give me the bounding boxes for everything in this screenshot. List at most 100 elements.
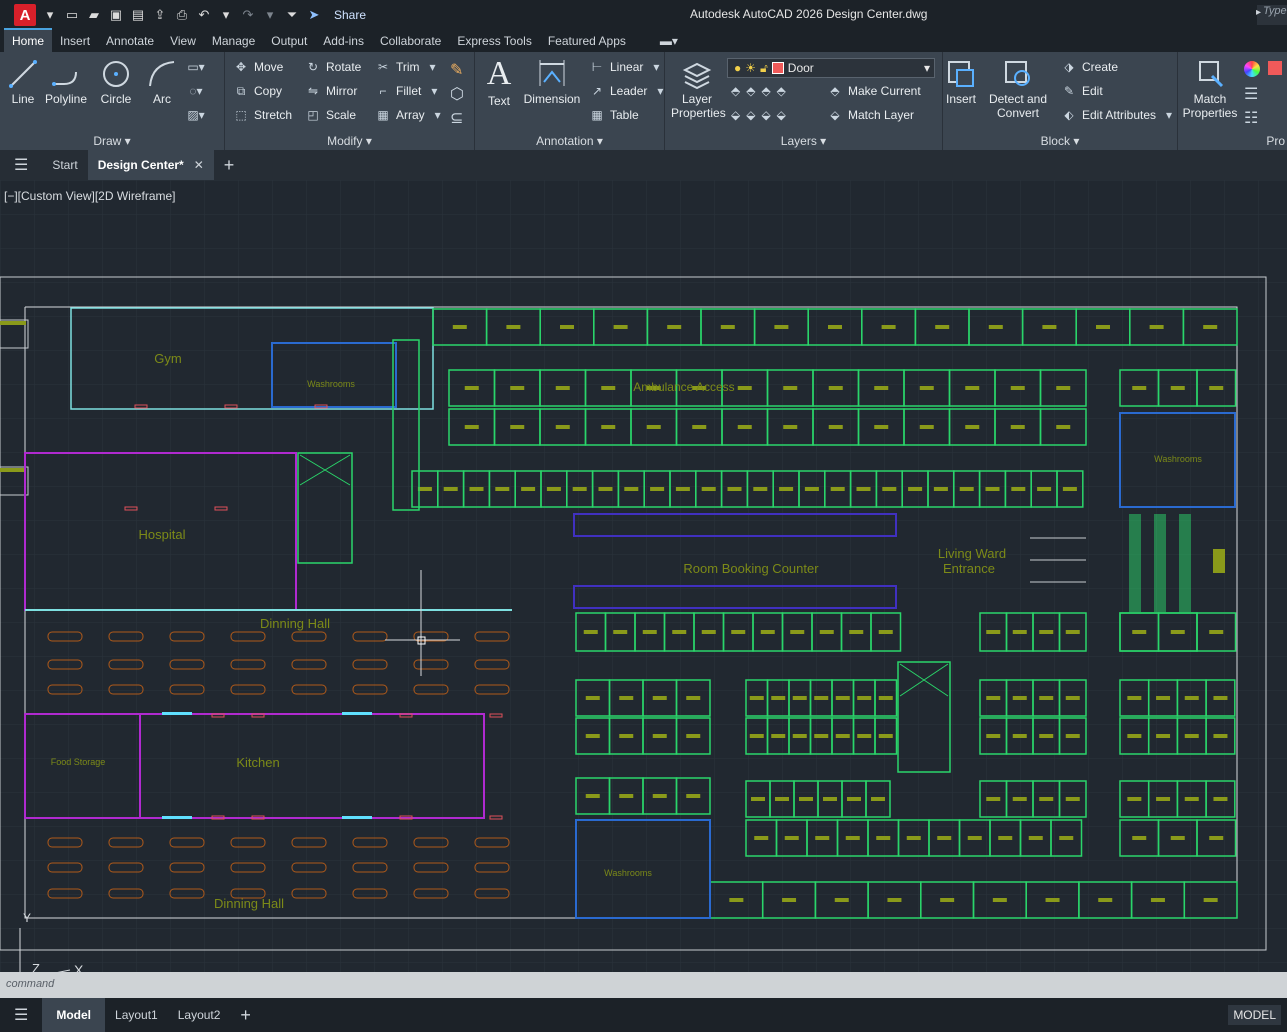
lineweight-icon[interactable]: ☰ bbox=[1244, 84, 1258, 104]
new-file-icon[interactable]: ▭ bbox=[64, 7, 80, 23]
label-ambulance-access: Ambulance Access bbox=[633, 380, 734, 394]
dimension-button[interactable]: Dimension bbox=[521, 58, 583, 106]
drawing-canvas[interactable]: [−][Custom View][2D Wireframe] Gym Washr… bbox=[0, 180, 1287, 972]
move-button[interactable]: ✥ Move bbox=[233, 60, 283, 74]
model-space-toggle[interactable]: MODEL bbox=[1228, 1005, 1281, 1025]
match-layer-button[interactable]: ⬙ Match Layer bbox=[827, 108, 914, 122]
line-icon bbox=[9, 60, 37, 88]
copy-button[interactable]: ⧉ Copy bbox=[233, 84, 282, 99]
tab-home[interactable]: Home bbox=[4, 28, 53, 52]
match-layer-icon: ⬙ bbox=[830, 108, 840, 122]
undo-icon[interactable]: ↶ bbox=[196, 7, 212, 23]
edit-attributes-button[interactable]: ⬖ Edit Attributes ▾ bbox=[1061, 108, 1177, 122]
color-wheel-icon[interactable] bbox=[1244, 61, 1260, 77]
linetype-icon[interactable]: ☷ bbox=[1244, 108, 1258, 128]
offset-icon[interactable]: ⊆ bbox=[450, 108, 463, 128]
leader-icon: ↗ bbox=[591, 84, 603, 98]
stretch-icon: ⬚ bbox=[235, 108, 247, 122]
svg-text:X: X bbox=[74, 962, 84, 972]
arc-button[interactable]: Arc bbox=[142, 58, 182, 106]
hamburger-menu-icon[interactable]: ☰ bbox=[0, 150, 42, 180]
tab-model[interactable]: Model bbox=[42, 998, 106, 1032]
tab-add-ins[interactable]: Add-ins bbox=[315, 30, 372, 52]
stretch-button[interactable]: ⬚ Stretch bbox=[233, 108, 292, 122]
autocad-logo-icon[interactable]: A bbox=[14, 4, 36, 26]
label-entrance: Entrance bbox=[943, 561, 995, 576]
tab-output[interactable]: Output bbox=[263, 30, 315, 52]
annotation-panel-label[interactable]: Annotation ▾ bbox=[475, 134, 664, 148]
hatch-button[interactable]: ◌▾ bbox=[188, 84, 204, 98]
ribbon-minimize-icon[interactable]: ▬▾ bbox=[652, 30, 686, 52]
rectangle-button[interactable]: ▭▾ bbox=[187, 60, 204, 74]
close-tab-icon[interactable]: ✕ bbox=[194, 158, 204, 172]
customize-qat-icon[interactable]: ⏷ bbox=[284, 7, 300, 23]
erase-icon[interactable]: ✎ bbox=[450, 60, 463, 80]
rotate-icon: ↻ bbox=[307, 60, 319, 74]
draw-panel-label[interactable]: Draw ▾ bbox=[0, 134, 224, 148]
tab-express-tools[interactable]: Express Tools bbox=[449, 30, 539, 52]
share-file-icon[interactable]: ⇪ bbox=[152, 7, 168, 23]
table-button[interactable]: ▦ Table bbox=[589, 108, 638, 122]
scale-button[interactable]: ◰ Scale bbox=[305, 108, 356, 122]
linear-icon: ⊢ bbox=[591, 60, 603, 74]
plot-icon[interactable]: ⎙ bbox=[174, 7, 190, 23]
explode-icon[interactable]: ⬡ bbox=[450, 84, 464, 104]
current-layer-name: Door bbox=[787, 61, 814, 75]
fillet-button[interactable]: ⌐ Fillet ▾ bbox=[375, 84, 442, 98]
search-input[interactable]: Type bbox=[1257, 5, 1287, 25]
redo-icon[interactable]: ↷ bbox=[240, 7, 256, 23]
tab-collaborate[interactable]: Collaborate bbox=[372, 30, 449, 52]
rotate-button[interactable]: ↻ Rotate bbox=[305, 60, 361, 74]
tab-view[interactable]: View bbox=[162, 30, 204, 52]
trim-button[interactable]: ✂ Trim ▾ bbox=[375, 60, 441, 74]
add-layout-icon[interactable]: + bbox=[230, 998, 261, 1032]
share-icon[interactable]: ➤ bbox=[306, 7, 322, 23]
detect-convert-button[interactable]: Detect and Convert bbox=[985, 58, 1051, 120]
tab-manage[interactable]: Manage bbox=[204, 30, 263, 52]
make-current-button[interactable]: ⬘ Make Current bbox=[827, 84, 920, 98]
tab-start[interactable]: Start bbox=[42, 150, 87, 180]
layers-panel-label[interactable]: Layers ▾ bbox=[665, 134, 942, 148]
tab-insert[interactable]: Insert bbox=[52, 30, 98, 52]
fillet-icon: ⌐ bbox=[379, 84, 387, 98]
undo-dropdown-icon[interactable]: ▾ bbox=[218, 7, 234, 23]
polyline-button[interactable]: Polyline bbox=[44, 58, 88, 106]
array-button[interactable]: ▦ Array ▾ bbox=[375, 108, 446, 122]
insert-button[interactable]: Insert bbox=[943, 58, 979, 106]
properties-panel-label[interactable]: Pro bbox=[1178, 134, 1287, 148]
layouts-menu-icon[interactable]: ☰ bbox=[0, 998, 42, 1032]
command-line[interactable]: command bbox=[0, 972, 1287, 998]
layer-properties-button[interactable]: Layer Properties bbox=[671, 58, 726, 120]
tab-design-center[interactable]: Design Center* ✕ bbox=[87, 150, 214, 180]
search-expand-icon[interactable]: ▸ bbox=[1256, 7, 1261, 18]
annotation-panel: A Text Dimension ⊢ Linear ▾ ↗ Leader ▾ ▦ Tabl… bbox=[475, 52, 665, 150]
circle-button[interactable]: Circle bbox=[96, 58, 136, 106]
tab-layout2[interactable]: Layout2 bbox=[168, 998, 231, 1032]
modify-panel-label[interactable]: Modify ▾ bbox=[225, 134, 474, 148]
layer-dropdown[interactable]: ● ☀ 🔓︎ Door ▾ bbox=[727, 58, 935, 78]
create-block-button[interactable]: ⬗ Create bbox=[1061, 60, 1118, 74]
share-button[interactable]: Share bbox=[334, 8, 366, 22]
leader-button[interactable]: ↗ Leader ▾ bbox=[589, 84, 668, 98]
new-tab-icon[interactable]: + bbox=[214, 150, 245, 180]
open-file-icon[interactable]: ▰ bbox=[86, 7, 102, 23]
line-button[interactable]: Line bbox=[6, 58, 40, 106]
match-properties-button[interactable]: Match Properties bbox=[1180, 58, 1240, 120]
mirror-button[interactable]: ⇋ Mirror bbox=[305, 84, 357, 98]
save-as-icon[interactable]: ▤ bbox=[130, 7, 146, 23]
app-menu-chevron-icon[interactable]: ▾ bbox=[42, 7, 58, 23]
boundary-button[interactable]: ▨▾ bbox=[187, 108, 204, 122]
save-icon[interactable]: ▣ bbox=[108, 7, 124, 23]
color-swatch-icon[interactable] bbox=[1268, 61, 1282, 75]
polyline-label: Polyline bbox=[44, 92, 88, 106]
tab-featured-apps[interactable]: Featured Apps bbox=[540, 30, 634, 52]
block-panel-label[interactable]: Block ▾ bbox=[943, 134, 1177, 148]
tab-layout1[interactable]: Layout1 bbox=[105, 998, 168, 1032]
linear-dim-button[interactable]: ⊢ Linear ▾ bbox=[589, 60, 664, 74]
layer-tools-row2-icon[interactable]: ⬙⬙⬙⬙ bbox=[731, 108, 792, 122]
edit-block-button[interactable]: ✎ Edit bbox=[1061, 84, 1103, 98]
tab-annotate[interactable]: Annotate bbox=[98, 30, 162, 52]
redo-dropdown-icon[interactable]: ▾ bbox=[262, 7, 278, 23]
layer-tools-row1-icon[interactable]: ⬘⬘⬘⬘ bbox=[731, 84, 792, 98]
text-button[interactable]: A Text bbox=[481, 56, 517, 109]
